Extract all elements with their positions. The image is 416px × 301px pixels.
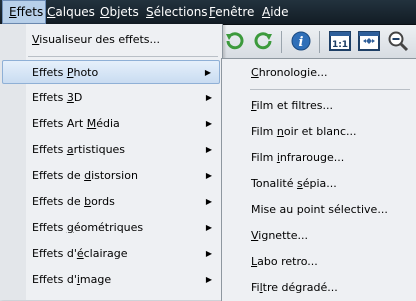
svg-text:i: i [299,35,304,50]
menu-item-effets-distorsion[interactable]: Effets de distorsion ▶ [2,164,220,188]
submenu-item-film-infrarouge[interactable]: Film infrarouge... [222,146,416,170]
menu-item-effets-3d[interactable]: Effets 3D ▶ [2,86,220,110]
submenu-arrow-icon: ▶ [205,197,212,206]
menu-item-effets-photo[interactable]: Effets Photo ▶ [2,60,220,84]
actual-size-icon[interactable]: 1:1 [329,30,351,52]
menu-fenetre[interactable]: Fenêtre [203,0,260,24]
submenu-arrow-icon: ▶ [205,275,212,284]
submenu-item-mise-au-point[interactable]: Mise au point sélective... [222,198,416,222]
submenu-arrow-icon: ▶ [205,145,212,154]
menu-item-effets-art-media[interactable]: Effets Art Média ▶ [2,112,220,136]
submenu-item-vignette[interactable]: Vignette... [222,224,416,248]
submenu-item-film-filtres[interactable]: Film et filtres... [222,94,416,118]
submenu-item-labo-retro[interactable]: Labo retro... [222,250,416,274]
menu-bar: Effets Calques Objets Sélections Fenêtre… [0,0,416,25]
submenu-item-film-noir-blanc[interactable]: Film noir et blanc... [222,120,416,144]
menu-item-effets-bords[interactable]: Effets de bords ▶ [2,190,220,214]
menu-item-effets-image[interactable]: Effets d'image ▶ [2,268,220,292]
menu-objets[interactable]: Objets [94,0,145,24]
svg-text:1:1: 1:1 [332,40,348,50]
submenu-arrow-icon: ▶ [205,249,212,258]
submenu-arrow-icon: ▶ [205,93,212,102]
menu-separator [28,56,218,57]
redo-icon[interactable] [252,30,274,52]
submenu-arrow-icon: ▶ [205,223,212,232]
menu-item-effets-eclairage[interactable]: Effets d'éclairage ▶ [2,242,220,266]
info-icon[interactable]: i [290,30,312,52]
submenu-item-chronologie[interactable]: Chronologie... [222,61,416,85]
toolbar-separator [319,31,320,53]
submenu-arrow-icon: ▶ [204,68,211,77]
zoom-out-icon[interactable] [387,30,409,52]
submenu-arrow-icon: ▶ [205,119,212,128]
menu-item-effets-artistiques[interactable]: Effets artistiques ▶ [2,138,220,162]
toolbar: i 1:1 [218,25,416,59]
menu-item-visualiseur[interactable]: Visualiseur des effets... [2,28,220,52]
submenu-separator [250,89,410,90]
submenu-arrow-icon: ▶ [205,171,212,180]
fit-window-icon[interactable] [358,30,380,52]
toolbar-separator [281,31,282,53]
menu-item-effets-geometriques[interactable]: Effets géométriques ▶ [2,216,220,240]
menu-calques[interactable]: Calques [41,0,101,24]
undo-icon[interactable] [224,30,246,52]
effets-photo-submenu: Chronologie... Film et filtres... Film n… [221,58,416,301]
submenu-item-filtre-degrade[interactable]: Filtre dégradé... [222,276,416,300]
menu-effets[interactable]: Effets [2,0,46,24]
effets-menu: Visualiseur des effets... Effets Photo ▶ … [0,24,223,300]
menu-aide[interactable]: Aide [256,0,295,24]
submenu-item-tonalite-sepia[interactable]: Tonalité sépia... [222,172,416,196]
